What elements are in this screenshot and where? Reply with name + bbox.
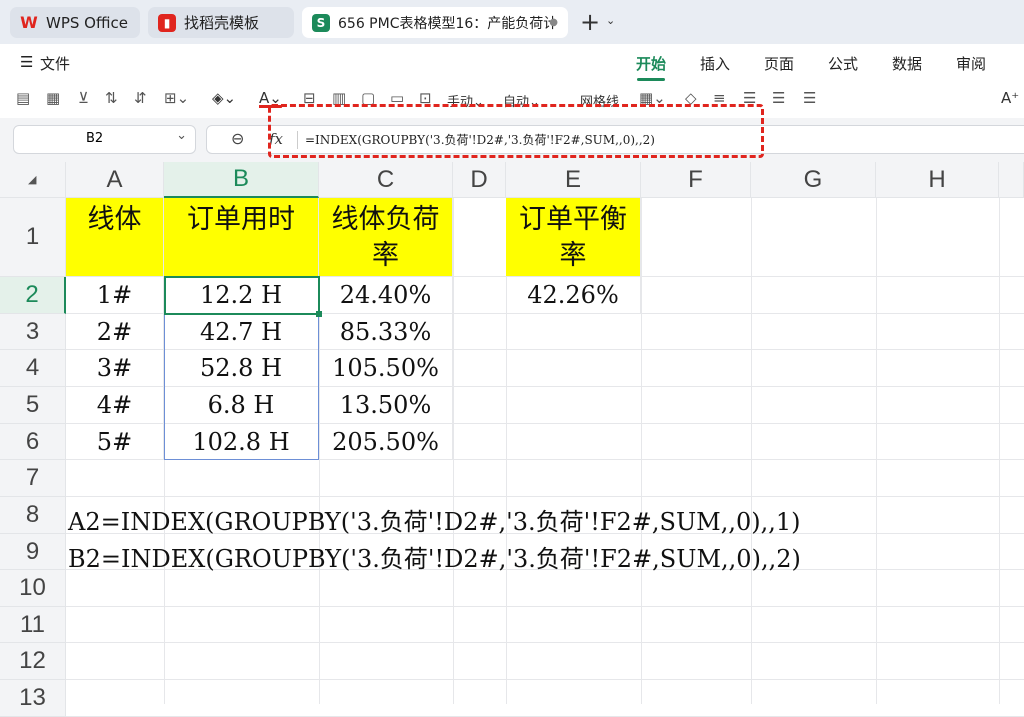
cell-c3[interactable]: 85.33% [319, 314, 453, 350]
file-menu[interactable]: 文件 [40, 53, 70, 74]
name-box[interactable]: B2 ⌄ [13, 125, 196, 154]
tab-label: 656 PMC表格模型16：产能负荷计 [338, 15, 558, 32]
tab-list-chevron-icon[interactable]: ⌄ [606, 14, 615, 27]
grid-col-line [999, 198, 1000, 704]
tab-label: 找稻壳模板 [184, 14, 260, 32]
sort-ascending-icon[interactable]: ⇅ [105, 89, 118, 107]
column-header-c[interactable]: C [319, 162, 453, 198]
zoom-search-icon[interactable]: ⊖ [231, 129, 244, 148]
row-header-3[interactable]: 3 [0, 314, 66, 350]
row-header-12[interactable]: 12 [0, 643, 66, 680]
cell-c5[interactable]: 13.50% [319, 387, 453, 424]
cell-b1[interactable]: 订单用时 [164, 198, 319, 277]
fill-handle[interactable] [316, 311, 322, 317]
active-menu-indicator [637, 78, 665, 81]
row-header-10[interactable]: 10 [0, 570, 66, 607]
cell-e1[interactable]: 订单平衡率 [506, 198, 641, 277]
hamburger-menu-icon[interactable]: ☰ [20, 53, 33, 71]
filter-icon[interactable]: ⊻ [78, 89, 89, 107]
borders-icon[interactable]: ⊞⌄ [164, 89, 189, 107]
tab-docer-templates[interactable]: ▮ 找稻壳模板 [148, 7, 294, 38]
column-header-h[interactable]: H [876, 162, 999, 198]
wps-logo-icon: W [20, 13, 38, 32]
grid-col-line [641, 198, 642, 704]
grid-row-line [66, 679, 1024, 680]
note-a9[interactable]: B2=INDEX(GROUPBY('3.负荷'!D2#,'3.负荷'!F2#,S… [68, 539, 801, 574]
tab-spreadsheet[interactable]: S 656 PMC表格模型16：产能负荷计 ● [302, 7, 568, 38]
active-cell-border [164, 276, 320, 315]
cell-a1[interactable]: 线体 [66, 198, 164, 277]
row-header-13[interactable]: 13 [0, 680, 66, 717]
menu-home[interactable]: 开始 [636, 53, 666, 74]
row-header-6[interactable]: 6 [0, 424, 66, 460]
grid-col-line [876, 198, 877, 704]
note-a8[interactable]: A2=INDEX(GROUPBY('3.负荷'!D2#,'3.负荷'!F2#,S… [68, 502, 801, 537]
cell-c1[interactable]: 线体负荷率 [319, 198, 453, 277]
chevron-down-icon: ⌄ [176, 128, 187, 143]
column-header-e[interactable]: E [506, 162, 641, 198]
paste-values-icon[interactable]: ▤ [16, 89, 30, 107]
corner-triangle-icon: ◢ [28, 173, 37, 186]
cell-c2[interactable]: 24.40% [319, 277, 453, 314]
cell-a2[interactable]: 1# [66, 277, 164, 314]
column-header-g[interactable]: G [751, 162, 876, 198]
docer-icon: ▮ [158, 13, 176, 32]
tab-bar: W WPS Office ▮ 找稻壳模板 S 656 PMC表格模型16：产能负… [0, 0, 1024, 44]
grid-row-line [66, 496, 1024, 497]
paste-format-icon[interactable]: ▦ [46, 89, 60, 107]
name-box-value: B2 [86, 131, 104, 146]
valign-middle-icon[interactable]: ☰ [803, 89, 816, 107]
row-header-2[interactable]: 2 [0, 277, 66, 314]
row-header-4[interactable]: 4 [0, 350, 66, 387]
menu-formulas[interactable]: 公式 [828, 53, 858, 74]
align-right-icon[interactable]: ☰ [772, 89, 785, 107]
menu-bar: ☰ 文件 开始 插入 页面 公式 数据 审阅 [0, 44, 1024, 82]
formula-highlight-box [268, 104, 764, 158]
column-header-a[interactable]: A [66, 162, 164, 198]
menu-data[interactable]: 数据 [892, 53, 922, 74]
cell-a6[interactable]: 5# [66, 424, 164, 460]
column-header-f[interactable]: F [641, 162, 751, 198]
row-header-5[interactable]: 5 [0, 387, 66, 424]
column-header-b[interactable]: B [164, 162, 319, 198]
cell-a3[interactable]: 2# [66, 314, 164, 350]
tab-wps-office[interactable]: W WPS Office [10, 7, 140, 38]
menu-review[interactable]: 审阅 [956, 53, 986, 74]
row-header-9[interactable]: 9 [0, 534, 66, 570]
spreadsheet-grid: ◢ A B C D E F G H 1 2 3 4 5 6 7 8 9 10 1… [0, 162, 1024, 717]
sort-descending-icon[interactable]: ⇵ [134, 89, 147, 107]
cell-a5[interactable]: 4# [66, 387, 164, 424]
grid-col-line [453, 198, 454, 704]
new-tab-plus-icon[interactable]: + [580, 8, 600, 36]
cell-a4[interactable]: 3# [66, 350, 164, 387]
grid-row-line [66, 606, 1024, 607]
select-all-corner[interactable]: ◢ [0, 162, 66, 198]
cell-e2[interactable]: 42.26% [506, 277, 641, 314]
spreadsheet-icon: S [312, 13, 330, 32]
unsaved-dot-icon: ● [549, 17, 558, 28]
fill-color-icon[interactable]: ◈⌄ [212, 89, 236, 107]
menu-insert[interactable]: 插入 [700, 53, 730, 74]
grid-row-line [66, 642, 1024, 643]
row-header-11[interactable]: 11 [0, 607, 66, 643]
row-header-1[interactable]: 1 [0, 198, 66, 277]
menu-page[interactable]: 页面 [764, 53, 794, 74]
increase-font-icon[interactable]: A⁺ [1001, 89, 1019, 107]
cell-c4[interactable]: 105.50% [319, 350, 453, 387]
cell-c6[interactable]: 205.50% [319, 424, 453, 460]
tab-label: WPS Office [46, 13, 128, 32]
row-header-8[interactable]: 8 [0, 497, 66, 534]
column-header-i[interactable] [999, 162, 1024, 198]
column-header-d[interactable]: D [453, 162, 506, 198]
row-header-7[interactable]: 7 [0, 460, 66, 497]
grid-col-line [751, 198, 752, 704]
